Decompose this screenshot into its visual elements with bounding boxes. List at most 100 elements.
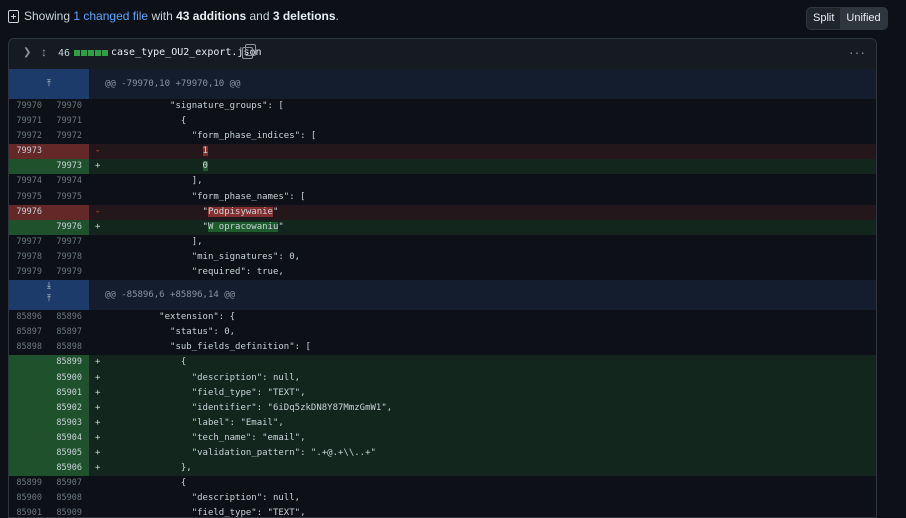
expand-hunk-button[interactable]: ⤒ <box>9 69 89 99</box>
chevron-down-icon[interactable]: ❯ <box>23 47 31 58</box>
new-line-number[interactable]: 79972 <box>49 129 82 144</box>
diff-view-toggle: Split Unified <box>806 7 888 30</box>
new-line-number[interactable]: 85899 <box>49 355 82 370</box>
more-options-icon[interactable]: ··· <box>849 44 866 60</box>
hunk-range: @@ -79970,10 +79970,10 @@ <box>105 79 241 89</box>
code-text: "required": true, <box>105 267 284 278</box>
new-line-number[interactable]: 85906 <box>49 461 82 476</box>
deletions-count: 3 deletions <box>272 9 336 23</box>
code-text: 1 <box>105 144 208 159</box>
code-text: "form_phase_names": [ <box>105 191 306 202</box>
new-line-number[interactable]: 85909 <box>49 506 82 517</box>
new-line-number[interactable]: 85907 <box>49 476 82 491</box>
diff-sign: + <box>95 221 101 232</box>
code-text: "Podpisywanie" <box>105 206 279 217</box>
diff-sign: + <box>95 387 101 398</box>
diff-toolbar: Showing 1 changed file with 43 additions… <box>0 0 906 34</box>
diff-sign: - <box>95 146 101 157</box>
expand-all-icon[interactable]: ↕ <box>41 45 47 59</box>
diff-line: 79972 79972 "form_phase_indices": [ <box>9 129 876 144</box>
new-line-number[interactable]: 79978 <box>49 250 82 265</box>
old-line-number[interactable]: 79978 <box>9 250 42 265</box>
old-line-number[interactable]: 79971 <box>9 114 42 129</box>
diff-lines: ⤒ @@ -79970,10 +79970,10 @@ 79970 79970 "si… <box>9 69 876 518</box>
new-line-number[interactable]: 85908 <box>49 491 82 506</box>
unified-view-button[interactable]: Unified <box>840 8 887 29</box>
summary-text: and <box>246 9 273 23</box>
code-text: { <box>105 116 187 127</box>
new-line-number[interactable]: 79973 <box>49 159 82 174</box>
diff-line: 85900 + "description": null, <box>9 370 876 386</box>
code-text: "extension": { <box>105 312 236 323</box>
new-line-number[interactable]: 79979 <box>49 265 82 280</box>
old-line-number[interactable]: 85900 <box>9 491 42 506</box>
old-line-number[interactable]: 79972 <box>9 129 42 144</box>
new-line-number[interactable]: 79974 <box>49 174 82 189</box>
diff-sign: + <box>95 402 101 413</box>
split-view-button[interactable]: Split <box>807 8 840 29</box>
old-line-number[interactable]: 79974 <box>9 174 42 189</box>
code-text: "form_phase_indices": [ <box>105 131 317 142</box>
new-line-number[interactable]: 85897 <box>49 325 82 340</box>
old-line-number[interactable]: 85896 <box>9 310 42 325</box>
expand-hunk-button[interactable]: ⤓ ⤒ <box>9 280 89 311</box>
diff-line: 79977 79977 ], <box>9 235 876 250</box>
diff-line: 79979 79979 "required": true, <box>9 265 876 280</box>
code-text: "signature_groups": [ <box>105 101 284 111</box>
expand-up-icon[interactable]: ⤒ <box>9 293 89 306</box>
old-line-number[interactable]: 85901 <box>9 506 42 517</box>
new-line-number[interactable]: 79971 <box>49 114 82 129</box>
diffstat-bars <box>74 50 108 56</box>
old-line-number[interactable]: 79977 <box>9 235 42 250</box>
new-line-number[interactable]: 79976 <box>49 220 82 235</box>
code-text: "field_type": "TEXT", <box>105 508 306 518</box>
diff-line: 79978 79978 "min_signatures": 0, <box>9 250 876 265</box>
new-line-number[interactable]: 85901 <box>49 386 82 401</box>
new-line-number[interactable]: 85904 <box>49 431 82 446</box>
old-line-number[interactable]: 79975 <box>9 190 42 205</box>
new-line-number[interactable]: 85902 <box>49 401 82 416</box>
diff-line: 85902 + "identifier": "6iDq5zkDN8Y87MmzGm… <box>9 400 876 416</box>
old-line-number[interactable]: 79973 <box>9 144 42 159</box>
file-diff-icon <box>8 10 19 23</box>
diff-line: 79973 - 1 <box>9 144 876 160</box>
copy-icon[interactable] <box>242 44 256 59</box>
old-line-number[interactable]: 79979 <box>9 265 42 280</box>
file-header: ❯ ↕ 46 case_type_OU2_export.json ··· <box>9 39 876 70</box>
summary-text: with <box>148 9 177 23</box>
diff-line: 85905 + "validation_pattern": ".+@.+\\..+… <box>9 445 876 462</box>
changed-files-link[interactable]: 1 changed file <box>73 9 148 23</box>
diff-line: 79974 79974 ], <box>9 174 876 189</box>
file-name[interactable]: case_type_OU2_export.json <box>111 47 262 58</box>
old-line-number[interactable]: 79970 <box>9 99 42 114</box>
code-text: "field_type": "TEXT", <box>105 387 306 398</box>
new-line-number[interactable]: 79975 <box>49 190 82 205</box>
diff-line: 79976 - "Podpisywanie" <box>9 204 876 220</box>
expand-down-icon[interactable]: ⤓ <box>9 280 89 293</box>
new-line-number[interactable]: 85900 <box>49 371 82 386</box>
expand-up-icon[interactable]: ⤒ <box>9 69 89 99</box>
old-line-number[interactable]: 85899 <box>9 476 42 491</box>
new-line-number[interactable]: 85905 <box>49 446 82 461</box>
hunk-range: @@ -85896,6 +85896,14 @@ <box>105 290 236 301</box>
changed-token: Podpisywanie <box>207 206 273 217</box>
new-line-number[interactable]: 85898 <box>49 340 82 355</box>
code-text: "min_signatures": 0, <box>105 251 301 262</box>
code-text: }, <box>105 463 192 474</box>
diff-line: 79971 79971 { <box>9 114 876 129</box>
diff-line: 79970 79970 "signature_groups": [ <box>9 99 876 114</box>
diff-line: 85900 85908 "description": null, <box>9 491 876 506</box>
changed-token: 0 <box>202 161 208 172</box>
code-text: ], <box>105 176 203 187</box>
diff-sign: + <box>95 357 101 368</box>
diff-line: 85901 85909 "field_type": "TEXT", <box>9 506 876 518</box>
new-line-number[interactable]: 79970 <box>49 99 82 114</box>
code-text: "sub_fields_definition": [ <box>105 342 311 353</box>
new-line-number[interactable]: 85903 <box>49 416 82 431</box>
old-line-number[interactable]: 85898 <box>9 340 42 355</box>
new-line-number[interactable]: 85896 <box>49 310 82 325</box>
diff-line: 85896 85896 "extension": { <box>9 310 876 325</box>
new-line-number[interactable]: 79977 <box>49 235 82 250</box>
old-line-number[interactable]: 85897 <box>9 325 42 340</box>
old-line-number[interactable]: 79976 <box>9 205 42 220</box>
